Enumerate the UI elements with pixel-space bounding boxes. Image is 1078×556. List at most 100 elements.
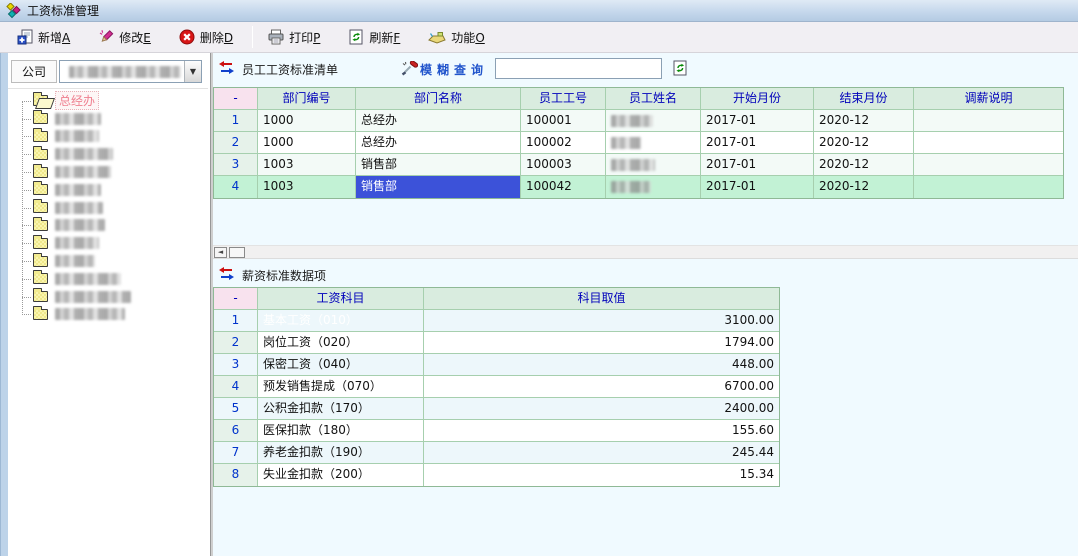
cell[interactable]: 1000: [258, 132, 356, 154]
cell[interactable]: 2: [214, 332, 258, 354]
table-row[interactable]: 41003销售部100042 2017-012020-12: [214, 176, 1063, 198]
table-row[interactable]: 1基本工资（010）3100.00: [214, 310, 779, 332]
cell[interactable]: 销售部: [356, 154, 521, 176]
table-row[interactable]: 21000总经办100002 2017-012020-12: [214, 132, 1063, 154]
cell[interactable]: 100001: [521, 110, 606, 132]
table-row[interactable]: 2岗位工资（020）1794.00: [214, 332, 779, 354]
cell[interactable]: 100003: [521, 154, 606, 176]
employee-section-title: 员工工资标准清单: [242, 61, 338, 78]
tree-item[interactable]: [8, 288, 208, 306]
cell[interactable]: 155.60: [424, 420, 779, 442]
cell[interactable]: [606, 154, 701, 176]
cell[interactable]: 1000: [258, 110, 356, 132]
company-label: 公司: [11, 60, 57, 83]
tree-item[interactable]: [8, 234, 208, 252]
tree-item[interactable]: [8, 252, 208, 270]
cell[interactable]: 7: [214, 442, 258, 464]
tree-item[interactable]: [8, 199, 208, 217]
table-row[interactable]: 7养老金扣款（190）245.44: [214, 442, 779, 464]
cell[interactable]: 3: [214, 354, 258, 376]
cell[interactable]: 4: [214, 176, 258, 198]
cell[interactable]: 2020-12: [814, 110, 914, 132]
new-button[interactable]: 新增A: [10, 25, 77, 50]
chevron-down-icon[interactable]: ▼: [184, 61, 201, 82]
cell[interactable]: [914, 132, 1063, 154]
cell[interactable]: 2020-12: [814, 154, 914, 176]
cell[interactable]: 3100.00: [424, 310, 779, 332]
cell[interactable]: 1: [214, 310, 258, 332]
cell[interactable]: 销售部: [356, 176, 521, 198]
cell[interactable]: 岗位工资（020）: [258, 332, 424, 354]
tree-item[interactable]: [8, 163, 208, 181]
cell[interactable]: 8: [214, 464, 258, 486]
table-row[interactable]: 4预发销售提成（070）6700.00: [214, 376, 779, 398]
table-row[interactable]: 6医保扣款（180）155.60: [214, 420, 779, 442]
cell[interactable]: 1: [214, 110, 258, 132]
cell[interactable]: 100042: [521, 176, 606, 198]
cell[interactable]: 245.44: [424, 442, 779, 464]
tree-item[interactable]: [8, 306, 208, 324]
tree-item[interactable]: [8, 181, 208, 199]
company-select[interactable]: ▼: [59, 60, 202, 83]
refresh-button[interactable]: 刷新F: [341, 25, 407, 50]
cell[interactable]: 2400.00: [424, 398, 779, 420]
cell[interactable]: 448.00: [424, 354, 779, 376]
horizontal-scrollbar[interactable]: ◄: [213, 245, 1078, 259]
cell[interactable]: 失业金扣款（200）: [258, 464, 424, 486]
cell[interactable]: 基本工资（010）: [258, 310, 424, 332]
cell[interactable]: 6: [214, 420, 258, 442]
table-row[interactable]: 31003销售部100003 2017-012020-12: [214, 154, 1063, 176]
delete-button[interactable]: 删除D: [172, 25, 240, 50]
cell[interactable]: 公积金扣款（170）: [258, 398, 424, 420]
search-refresh-button[interactable]: [670, 58, 690, 78]
cell[interactable]: 15.34: [424, 464, 779, 486]
scroll-left-arrow-icon[interactable]: ◄: [214, 247, 227, 258]
tree-item[interactable]: [8, 128, 208, 146]
cell[interactable]: 1003: [258, 154, 356, 176]
table-row[interactable]: 5公积金扣款（170）2400.00: [214, 398, 779, 420]
toolbar: 新增A 修改E 删除D 打印P: [0, 22, 1078, 53]
cell[interactable]: 保密工资（040）: [258, 354, 424, 376]
cell[interactable]: 总经办: [356, 132, 521, 154]
tree-item[interactable]: [8, 217, 208, 235]
salary-items-section-header: 薪资标准数据项: [213, 259, 1078, 287]
cell[interactable]: 100002: [521, 132, 606, 154]
cell[interactable]: 1794.00: [424, 332, 779, 354]
cell[interactable]: 养老金扣款（190）: [258, 442, 424, 464]
cell[interactable]: 2: [214, 132, 258, 154]
cell[interactable]: [606, 176, 701, 198]
new-record-icon: [17, 29, 33, 45]
scrollbar-thumb[interactable]: [229, 247, 245, 258]
cell[interactable]: [914, 154, 1063, 176]
cell[interactable]: 2017-01: [701, 132, 814, 154]
table-row[interactable]: 11000总经办100001 2017-012020-12: [214, 110, 1063, 132]
cell[interactable]: 2020-12: [814, 176, 914, 198]
cell[interactable]: [606, 110, 701, 132]
tree-item[interactable]: 总经办: [8, 92, 208, 110]
cell[interactable]: 1003: [258, 176, 356, 198]
cell[interactable]: 总经办: [356, 110, 521, 132]
cell[interactable]: 预发销售提成（070）: [258, 376, 424, 398]
search-input[interactable]: [495, 58, 662, 79]
cell[interactable]: 3: [214, 154, 258, 176]
table-row[interactable]: 8失业金扣款（200）15.34: [214, 464, 779, 486]
cell[interactable]: 5: [214, 398, 258, 420]
tree-item[interactable]: [8, 145, 208, 163]
cell[interactable]: 4: [214, 376, 258, 398]
edit-button[interactable]: 修改E: [91, 25, 158, 50]
tree-item[interactable]: [8, 270, 208, 288]
cell[interactable]: 医保扣款（180）: [258, 420, 424, 442]
table-row[interactable]: 3保密工资（040）448.00: [214, 354, 779, 376]
cell[interactable]: [914, 110, 1063, 132]
window-titlebar: 工资标准管理: [0, 0, 1078, 22]
tree-item[interactable]: [8, 110, 208, 128]
cell[interactable]: 2017-01: [701, 154, 814, 176]
cell[interactable]: 2017-01: [701, 110, 814, 132]
cell[interactable]: 2017-01: [701, 176, 814, 198]
function-button[interactable]: 功能O: [421, 25, 491, 50]
cell[interactable]: [606, 132, 701, 154]
cell[interactable]: [914, 176, 1063, 198]
cell[interactable]: 2020-12: [814, 132, 914, 154]
print-button[interactable]: 打印P: [261, 25, 327, 50]
cell[interactable]: 6700.00: [424, 376, 779, 398]
